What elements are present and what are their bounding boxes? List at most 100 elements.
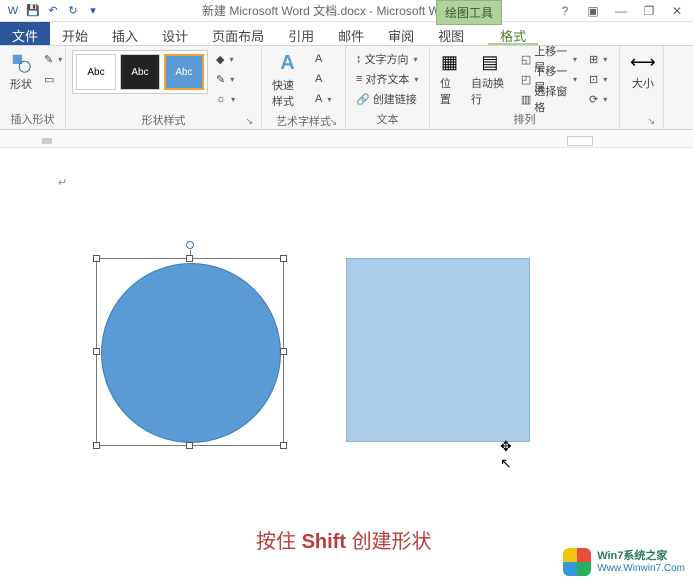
shapes-label: 形状 [10,76,32,92]
horizontal-ruler[interactable] [0,130,693,148]
instruction-hint: 按住 Shift 创建形状 [256,525,432,554]
shape-outline-button[interactable]: ✎▾ [212,70,240,88]
qat-more-button[interactable]: ▾ [84,2,102,20]
shape-fill-button[interactable]: ◆▾ [212,50,240,68]
style-option-3-selected[interactable]: Abc [164,54,204,90]
tab-home[interactable]: 开始 [50,22,100,45]
group-label-arrange: 排列 [436,111,613,127]
pane-icon: ▥ [521,93,531,106]
resize-handle-tl[interactable] [93,255,100,262]
wordart-a-icon: A [280,52,294,75]
ribbon-toggle-button[interactable]: ▣ [585,3,601,19]
shape-style-gallery[interactable]: Abc Abc Abc [72,50,208,94]
tab-format[interactable]: 格式 [488,22,538,45]
document-canvas[interactable]: ↵ ✥↖ 按住 Shift 创建形状 Win7系统之家 Www.Winwin7.… [0,148,693,584]
paragraph-mark: ↵ [58,176,67,189]
resize-handle-br[interactable] [280,442,287,449]
shape-styles-launcher[interactable]: ↘ [72,116,255,127]
resize-handle-l[interactable] [93,348,100,355]
group-shape-styles: Abc Abc Abc ◆▾ ✎▾ ☼▾ 形状样式 ↘ [66,46,262,129]
close-button[interactable]: ✕ [669,3,685,19]
tab-insert[interactable]: 插入 [100,22,150,45]
group-insert-shapes: 形状 ✎▾ ▭ 插入形状 [0,46,66,129]
rotate-icon: ⟳ [589,93,598,106]
group-icon: ⊡ [589,73,598,86]
shapes-icon [10,52,32,74]
text-direction-button[interactable]: ↕文字方向▾ [352,50,423,68]
square-shape[interactable] [346,258,530,442]
hint-key: Shift [302,531,352,553]
ribbon-tabs: 文件 开始 插入 设计 页面布局 引用 邮件 审阅 视图 格式 [0,22,693,46]
title-bar: W 💾 ↶ ↻ ▾ 新建 Microsoft Word 文档.docx - Mi… [0,0,693,22]
group-arrange: ▦ 位置 ▤ 自动换行 ◱上移一层▾ ◰下移一层▾ ▥选择窗格 ⊞▾ ⊡▾ ⟳▾… [430,46,620,129]
align-text-button[interactable]: ≡对齐文本▾ [352,70,423,88]
undo-button[interactable]: ↶ [44,2,62,20]
help-button[interactable]: ? [557,3,573,19]
tab-file[interactable]: 文件 [0,22,50,45]
group-label-text: 文本 [352,111,423,127]
effects-icon: ☼ [216,93,226,105]
hint-post: 创建形状 [352,531,432,553]
tab-view[interactable]: 视图 [426,22,476,45]
text-fill-button[interactable]: A [311,50,339,68]
move-cursor-icon: ✥↖ [500,438,512,472]
group-size: ⟷ 大小 ↘ [620,46,664,129]
resize-handle-b[interactable] [186,442,193,449]
shape-effects-button[interactable]: ☼▾ [212,90,240,108]
resize-handle-r[interactable] [280,348,287,355]
selected-shape-container[interactable] [96,258,284,446]
wrap-text-button[interactable]: ▤ 自动换行 [467,50,513,109]
forward-icon: ◱ [521,53,531,66]
size-launcher[interactable]: ↘ [626,116,657,127]
watermark-title: Win7系统之家 [597,550,685,562]
quick-styles-label: 快速样式 [272,77,303,109]
position-icon: ▦ [441,52,458,73]
quick-styles-button[interactable]: A 快速样式 [268,50,307,111]
rotation-handle[interactable] [186,241,194,249]
selection-pane-button[interactable]: ▥选择窗格 [517,90,581,108]
tab-review[interactable]: 审阅 [376,22,426,45]
align-objects-icon: ⊞ [589,53,598,66]
create-link-button[interactable]: 🔗创建链接 [352,90,423,108]
tab-mailings[interactable]: 邮件 [326,22,376,45]
word-icon[interactable]: W [4,2,22,20]
text-box-button[interactable]: ▭ [40,70,68,88]
fill-icon: ◆ [216,53,224,66]
align-icon: ≡ [356,73,362,85]
shapes-button[interactable]: 形状 [6,50,36,94]
size-icon: ⟷ [630,52,656,73]
save-button[interactable]: 💾 [24,2,42,20]
direction-icon: ↕ [356,53,362,65]
outline-icon: ✎ [216,73,225,86]
tab-design[interactable]: 设计 [150,22,200,45]
group-label-insert-shapes: 插入形状 [6,111,59,127]
resize-handle-t[interactable] [186,255,193,262]
restore-button[interactable]: ❐ [641,3,657,19]
edit-shape-button[interactable]: ✎▾ [40,50,68,68]
minimize-button[interactable]: — [613,3,629,19]
rotate-button[interactable]: ⟳▾ [585,90,613,108]
tab-references[interactable]: 引用 [276,22,326,45]
group-text: ↕文字方向▾ ≡对齐文本▾ 🔗创建链接 文本 [346,46,430,129]
tab-layout[interactable]: 页面布局 [200,22,276,45]
text-outline-button[interactable]: A [311,70,339,88]
resize-handle-tr[interactable] [280,255,287,262]
position-button[interactable]: ▦ 位置 [436,50,463,109]
group-objects-button[interactable]: ⊡▾ [585,70,613,88]
quick-access-toolbar: W 💾 ↶ ↻ ▾ [0,2,102,20]
ribbon: 形状 ✎▾ ▭ 插入形状 Abc Abc Abc ◆▾ ✎▾ ☼▾ 形状样式 ↘ [0,46,693,130]
watermark-url: Www.Winwin7.Com [597,563,685,574]
circle-shape[interactable] [101,263,281,443]
watermark-logo-icon [563,548,591,576]
style-option-2[interactable]: Abc [120,54,160,90]
size-button[interactable]: ⟷ 大小 [626,50,660,93]
wordart-launcher[interactable]: ↘ [268,117,339,128]
style-option-1[interactable]: Abc [76,54,116,90]
align-objects-button[interactable]: ⊞▾ [585,50,613,68]
redo-button[interactable]: ↻ [64,2,82,20]
group-wordart-styles: A 快速样式 A A A▾ 艺术字样式 ↘ [262,46,346,129]
text-effects-button[interactable]: A▾ [311,90,339,108]
contextual-tab-label: 绘图工具 [436,0,502,25]
resize-handle-bl[interactable] [93,442,100,449]
window-controls: ? ▣ — ❐ ✕ [557,3,693,19]
